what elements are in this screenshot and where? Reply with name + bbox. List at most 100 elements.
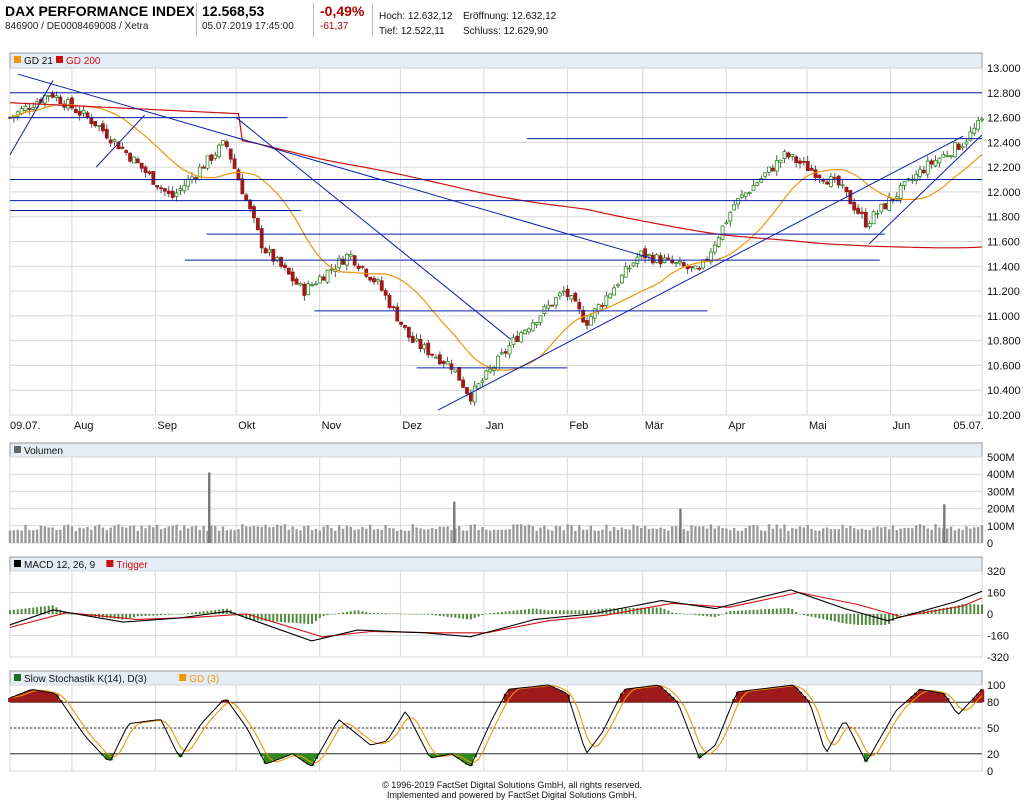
volume-bar bbox=[849, 525, 852, 543]
volume-bar bbox=[597, 530, 600, 543]
volume-bar bbox=[221, 526, 225, 543]
macd-histogram-bar bbox=[419, 614, 422, 615]
candle-body bbox=[54, 95, 59, 99]
volume-bar bbox=[237, 529, 240, 543]
macd-histogram-bar bbox=[388, 613, 391, 614]
volume-bar bbox=[70, 526, 74, 543]
candle-body bbox=[147, 171, 152, 174]
candle-body bbox=[108, 139, 113, 144]
candle-body bbox=[422, 344, 427, 350]
volume-bar bbox=[66, 524, 70, 543]
macd-histogram-bar bbox=[814, 614, 817, 618]
macd-histogram-bar bbox=[16, 609, 19, 614]
volume-bar bbox=[361, 527, 364, 543]
candle-body bbox=[391, 306, 396, 309]
volume-bar bbox=[291, 526, 294, 543]
candle-body bbox=[561, 290, 566, 293]
candle-body bbox=[476, 383, 481, 389]
volume-bar bbox=[717, 526, 720, 543]
candle-body bbox=[182, 185, 187, 191]
candle-body bbox=[23, 105, 28, 111]
candle-body bbox=[228, 148, 233, 160]
volume-bar bbox=[101, 527, 105, 543]
volume-bar bbox=[306, 525, 310, 543]
macd-histogram-bar bbox=[671, 612, 674, 614]
volume-bar bbox=[473, 524, 476, 543]
macd-histogram-bar bbox=[752, 609, 755, 614]
volume-bar bbox=[721, 528, 724, 543]
volume-bar bbox=[117, 524, 120, 543]
powered-by-line: Implemented and powered by FactSet Digit… bbox=[386, 790, 638, 800]
volume-bar bbox=[926, 528, 929, 543]
volume-bar bbox=[423, 529, 426, 543]
x-tick-label: Jan bbox=[486, 420, 504, 432]
macd-histogram-bar bbox=[740, 610, 743, 614]
x-tick-label: 05.07. bbox=[953, 420, 984, 432]
volume-bar bbox=[570, 525, 573, 543]
volume-bar bbox=[8, 530, 12, 543]
x-tick-label: Nov bbox=[322, 420, 342, 432]
volume-bar bbox=[686, 530, 689, 543]
price-y-tick: 11.600 bbox=[987, 237, 1020, 249]
stoch-overbought-fill bbox=[786, 685, 791, 703]
macd-histogram-bar bbox=[709, 614, 712, 617]
macd-histogram-bar bbox=[167, 614, 170, 615]
candle-body bbox=[468, 392, 473, 402]
macd-histogram-bar bbox=[396, 613, 399, 615]
macd-histogram-bar bbox=[872, 614, 875, 625]
macd-legend-swatch bbox=[106, 560, 114, 567]
candle-body bbox=[472, 385, 477, 403]
volume-bar bbox=[295, 529, 298, 543]
candle-body bbox=[372, 278, 376, 283]
candle-body bbox=[693, 265, 698, 270]
candle-body bbox=[616, 284, 620, 287]
stoch-overbought-fill bbox=[801, 696, 807, 703]
macd-histogram-bar bbox=[252, 614, 255, 621]
candle-body bbox=[654, 254, 659, 263]
volume-bar bbox=[477, 529, 480, 543]
volume-bar bbox=[24, 524, 27, 543]
macd-histogram-bar bbox=[187, 613, 190, 614]
volume-bar bbox=[461, 530, 465, 543]
macd-histogram-bar bbox=[384, 613, 387, 614]
volume-bar bbox=[891, 525, 895, 543]
stoch-overbought-fill bbox=[50, 693, 55, 703]
macd-histogram-bar bbox=[345, 611, 348, 614]
macd-histogram-bar bbox=[330, 614, 333, 615]
volume-bar bbox=[175, 524, 178, 543]
macd-histogram-bar bbox=[152, 614, 155, 616]
macd-histogram-bar bbox=[160, 614, 163, 616]
macd-histogram-bar bbox=[853, 614, 856, 625]
candle-body bbox=[135, 158, 140, 164]
macd-histogram-bar bbox=[179, 614, 182, 615]
volume-bar bbox=[47, 527, 50, 543]
volume-bar bbox=[829, 529, 833, 543]
volume-bar bbox=[419, 528, 422, 543]
macd-histogram-bar bbox=[531, 608, 534, 614]
candle-body bbox=[255, 217, 260, 231]
macd-histogram-bar bbox=[12, 609, 15, 614]
candle-body bbox=[31, 107, 36, 110]
macd-histogram-bar bbox=[977, 604, 980, 614]
macd-histogram-bar bbox=[713, 614, 716, 618]
volume-bar bbox=[113, 525, 116, 543]
stoch-legend-label: GD (3) bbox=[189, 674, 219, 685]
stoch-overbought-fill bbox=[933, 692, 938, 703]
volume-bar bbox=[578, 525, 581, 543]
macd-histogram-bar bbox=[566, 610, 569, 614]
candle-body bbox=[925, 160, 930, 175]
candle-body bbox=[542, 306, 547, 315]
candle-body bbox=[213, 154, 218, 159]
volume-bar bbox=[554, 525, 558, 543]
macd-histogram-bar bbox=[771, 608, 774, 614]
volume-bar bbox=[337, 525, 341, 543]
volume-y-tick: 100M bbox=[987, 521, 1015, 533]
macd-histogram-bar bbox=[667, 610, 670, 614]
candle-body bbox=[898, 184, 903, 200]
volume-bar bbox=[701, 526, 705, 543]
macd-histogram-bar bbox=[706, 614, 709, 617]
volume-bar bbox=[814, 530, 817, 543]
price-y-tick: 10.200 bbox=[987, 410, 1021, 422]
candle-body bbox=[240, 178, 245, 195]
volume-bar bbox=[922, 525, 926, 543]
